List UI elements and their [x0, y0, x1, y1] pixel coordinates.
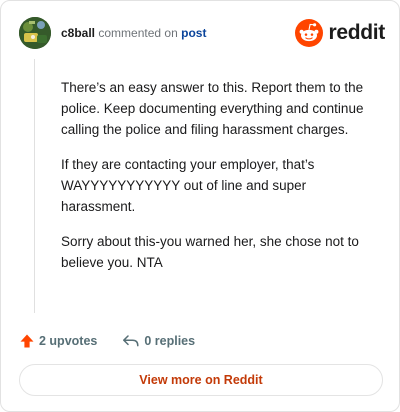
comment-footer: 2 upvotes 0 replies [19, 331, 195, 351]
comment-paragraph-1: There’s an easy answer to this. Report t… [61, 80, 364, 137]
upvote-arrow-icon [20, 334, 34, 348]
reply-count: 0 replies [144, 334, 196, 348]
comment-paragraph-2: If they are contacting your employer, th… [61, 157, 315, 214]
reddit-logo[interactable]: reddit [294, 17, 385, 49]
comment-body: There’s an easy answer to this. Report t… [61, 77, 373, 287]
comment-meta: c8ball commented on post [61, 26, 206, 40]
author-name[interactable]: c8ball [61, 26, 95, 40]
view-more-button[interactable]: View more on Reddit [19, 364, 383, 396]
post-link[interactable]: post [181, 26, 206, 40]
reddit-snoo-icon [295, 19, 324, 47]
reply-button[interactable]: 0 replies [122, 333, 195, 349]
comment-header: c8ball commented on post reddit [19, 17, 385, 51]
upvote-count: 2 upvotes [39, 334, 98, 348]
action-text: commented on [98, 26, 178, 40]
avatar[interactable] [19, 17, 51, 49]
reply-arrow-icon [123, 335, 139, 347]
thread-line [34, 59, 35, 313]
comment-embed-card: c8ball commented on post reddit There’s … [0, 0, 400, 412]
upvote-button[interactable]: 2 upvotes [19, 333, 97, 349]
avatar-image [19, 17, 51, 49]
reddit-wordmark: reddit [328, 21, 385, 44]
comment-paragraph-3: Sorry about this-you warned her, she cho… [61, 234, 359, 270]
